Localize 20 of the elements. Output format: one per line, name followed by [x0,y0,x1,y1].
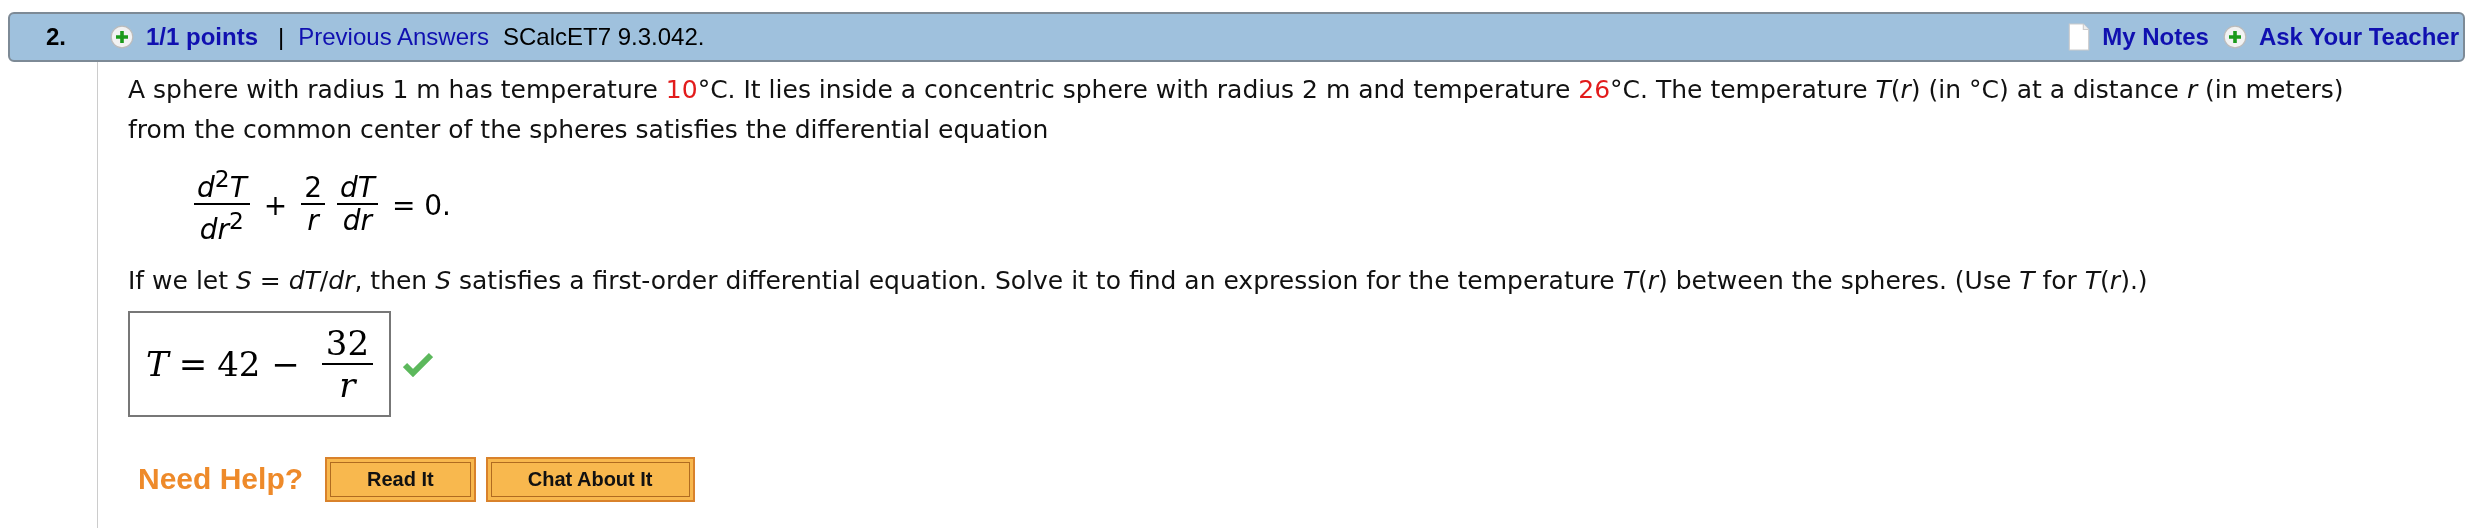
need-help-label: Need Help? [138,462,304,497]
help-button[interactable]: Chat About It [485,456,695,502]
fraction: 2 r [301,173,326,238]
instruction-text: If we let S = dT/dr, then S satisfies a first-order differential equation. Solve it to find an expression for the temperature T(r) between the spheres. (Use T for T(r).) [128,264,2149,297]
help-button[interactable]: Read It [325,456,476,502]
previous-answers-link[interactable]: Previous Answers [298,23,489,51]
ask-teacher-link[interactable]: Ask Your Teacher [2258,23,2459,51]
question-number: 2. [46,23,67,51]
math-operator: + [262,188,289,222]
fraction: d$^{2}$T dr$^{2}$ [194,164,250,247]
fraction: dT dr [337,173,378,238]
plus-icon[interactable] [2222,25,2247,49]
points-link[interactable]: 1/1 points [146,23,259,51]
math-operator: = 0. [390,188,452,222]
question-text: A sphere with radius 1 m has temperature 10°C. It lies inside a concentric sphere with radius 2 m and temperature 26°C. The temperature T(r) (in °C) at a distance r (in meters) from the common center of the spheres satisfies the differential equation [128,74,2345,146]
my-notes-link[interactable]: My Notes [2102,23,2209,51]
note-icon[interactable] [2068,23,2091,51]
reference-code: SCalcET7 9.3.042. [503,23,705,51]
plus-icon[interactable] [110,25,134,49]
separator: | [278,23,285,51]
